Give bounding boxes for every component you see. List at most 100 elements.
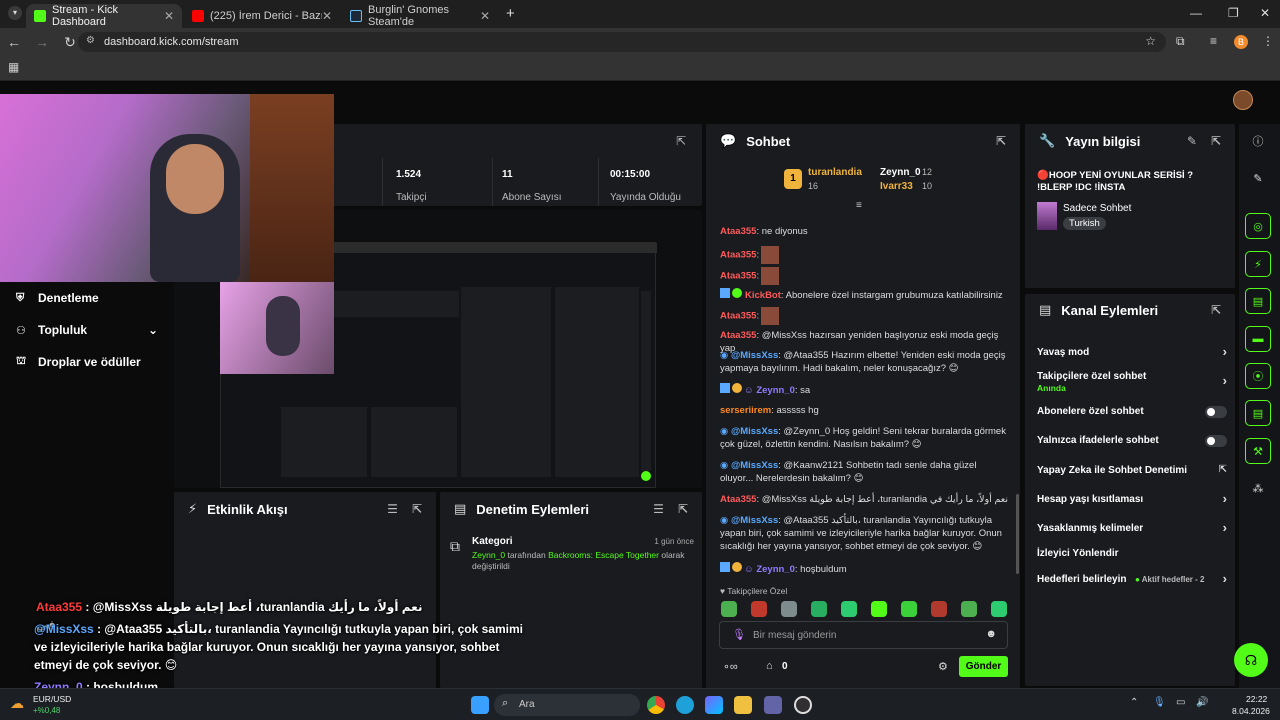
entry-link[interactable]: Backrooms: Escape Together [548,550,659,560]
filter-icon[interactable]: ☰ [387,502,398,516]
chat-username[interactable]: @MissXss [731,515,778,526]
popout-icon[interactable]: ⇱ [1211,134,1221,148]
forward-arrow-icon[interactable]: → [28,34,56,50]
camera-icon[interactable]: ◎ [1245,213,1271,239]
action-goals[interactable]: Hedefleri belirleyin ● Aktif hedefler - 2… [1037,571,1227,586]
edge-icon[interactable] [676,696,694,714]
bolt-icon[interactable]: ⚡ [1245,251,1271,277]
toggle-switch[interactable] [1205,435,1227,447]
action-account-age[interactable]: Hesap yaşı kısıtlaması › [1037,491,1227,506]
send-button[interactable]: Gönder [959,656,1008,677]
toggle-switch[interactable] [1205,406,1227,418]
broadcast-icon[interactable]: ⦿ [1245,363,1271,389]
filter-icon[interactable]: ☰ [653,502,664,516]
browser-menu-icon[interactable]: ⋮ [1262,34,1274,48]
clock-time[interactable]: 22:22 [1246,694,1267,704]
media-icon[interactable]: ≡ [1210,34,1217,48]
site-info-icon[interactable]: ⚙ [86,35,95,46]
info-icon[interactable]: ⓘ [1245,128,1271,154]
leader-name[interactable]: turanlandia [808,167,862,178]
channel-actions-icon[interactable]: ▤ [1245,400,1271,426]
emote-button[interactable] [991,601,1007,617]
popout-icon[interactable]: ⇱ [678,502,688,516]
emote-button[interactable] [901,601,917,617]
taskbar-search[interactable]: ⌕ Ara [494,694,640,716]
emote-button[interactable] [811,601,827,617]
close-icon[interactable]: ✕ [480,9,490,23]
edit-icon[interactable]: ✎ [1245,165,1271,191]
sidebar-item-community[interactable]: ⚇ Topluluk ⌄ [16,323,158,337]
emote-button[interactable] [721,601,737,617]
sidebar-item-moderation[interactable]: ⛨ Denetleme [16,291,99,305]
wrench-icon[interactable]: ⚒ [1245,438,1271,464]
pinned-toggle-icon[interactable]: ≡ [856,200,862,211]
sidebar-item-drops[interactable]: ⛫ Droplar ve ödüller [16,355,141,369]
close-icon[interactable]: ✕ [322,9,332,23]
kick-help-button[interactable]: ☊ [1234,643,1268,677]
volume-icon[interactable]: 🔊 [1196,697,1208,708]
microphone-icon[interactable]: 🎙 [732,628,746,641]
minimize-button[interactable]: — [1190,6,1202,20]
mic-tray-icon[interactable]: 🎙 [1153,697,1166,708]
chat-username[interactable]: KickBot [745,290,781,301]
emote-button[interactable] [931,601,947,617]
back-arrow-icon[interactable]: ← [0,34,28,50]
popout-icon[interactable]: ⇱ [676,134,686,148]
emote-button[interactable] [841,601,857,617]
copilot-icon[interactable] [705,696,723,714]
action-emotes-only[interactable]: Yalnızca ifadelerle sohbet [1037,435,1227,447]
chat-username[interactable]: Ataa355 [720,271,756,282]
chat-input[interactable]: 🎙 Bir mesaj gönderin ☻ [719,621,1008,649]
close-window-button[interactable]: ✕ [1260,6,1270,20]
tab-steam[interactable]: Burglin' Gnomes Steam'de ✕ [342,4,498,28]
points-icon[interactable]: ∘∞ [723,660,738,673]
popout-icon[interactable]: ⇱ [412,502,422,516]
maximize-button[interactable]: ❐ [1228,6,1239,20]
action-ai-moderation[interactable]: Yapay Zeka ile Sohbet Denetimi ⇱ [1037,464,1227,476]
chat-bubble-icon[interactable]: ▬ [1245,326,1271,352]
entry-user[interactable]: Zeynn_0 [472,550,505,560]
log-icon[interactable]: ▤ [1245,288,1271,314]
chat-username[interactable]: Zeynn_0 [756,564,795,575]
chat-username[interactable]: Ataa355 [720,250,756,261]
tab-kick-dashboard[interactable]: Stream - Kick Dashboard ✕ [26,4,182,28]
emoji-icon[interactable]: ☻ [985,628,997,640]
popout-icon[interactable]: ⇱ [1211,303,1221,317]
apps-grid-icon[interactable]: ▦ [8,60,19,74]
chat-username[interactable]: Ataa355 [720,330,756,341]
action-subscribers-only[interactable]: Abonelere özel sohbet [1037,406,1227,418]
chat-username[interactable]: Ataa355 [720,494,756,505]
close-icon[interactable]: ✕ [164,9,174,23]
profile-avatar[interactable]: B [1234,35,1248,49]
teams-icon[interactable] [764,696,782,714]
user-avatar[interactable] [1233,90,1253,110]
action-followers-only[interactable]: Takipçilere özel sohbet Anında › [1037,371,1227,393]
address-bar[interactable]: ⚙ dashboard.kick.com/stream ☆ [78,32,1166,52]
leader-name[interactable]: Ivarr33 [880,181,913,192]
network-icon[interactable]: ▭ [1176,697,1185,708]
chat-scrollbar[interactable] [1016,494,1019,574]
windows-start-icon[interactable] [471,696,489,714]
chat-username[interactable]: Ataa355 [720,311,756,322]
edit-icon[interactable]: ✎ [1187,134,1197,148]
leader-name[interactable]: Zeynn_0 [880,167,921,178]
file-explorer-icon[interactable] [734,696,752,714]
action-banned-words[interactable]: Yasaklanmış kelimeler › [1037,520,1227,535]
popout-icon[interactable]: ⇱ [996,134,1006,148]
chat-username[interactable]: @MissXss [731,460,778,471]
obs-icon[interactable] [794,696,812,714]
chat-username[interactable]: serseriirem [720,405,771,416]
chat-username[interactable]: @MissXss [731,350,778,361]
tab-youtube[interactable]: (225) İrem Derici - Bazı Aşklar Y ✕ [184,4,340,28]
extensions-icon[interactable]: ⧉ [1176,34,1185,49]
emote-button[interactable] [751,601,767,617]
new-tab-button[interactable]: + [506,5,515,22]
chrome-icon[interactable] [647,696,665,714]
bookmark-star-icon[interactable]: ☆ [1145,34,1156,48]
chat-username[interactable]: Zeynn_0 [756,385,795,396]
category-name[interactable]: Sadece Sohbet [1063,203,1131,214]
tray-chevron-icon[interactable]: ⌃ [1130,697,1138,708]
action-raid[interactable]: İzleyici Yönlendir [1037,548,1227,559]
action-slow-mode[interactable]: Yavaş mod › [1037,344,1227,359]
emote-button[interactable] [781,601,797,617]
